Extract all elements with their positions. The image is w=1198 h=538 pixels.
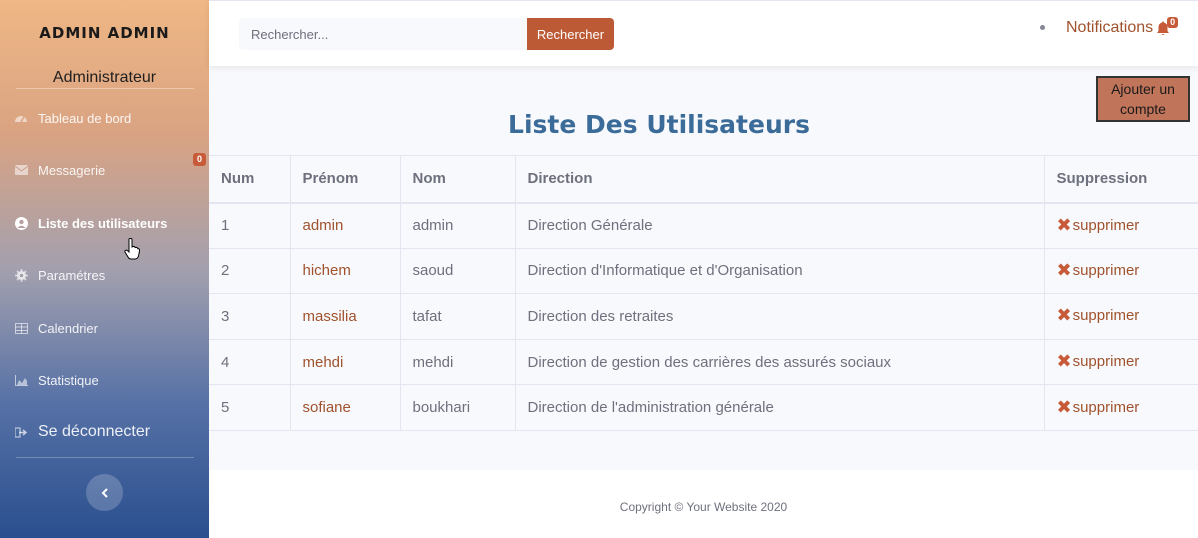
sidebar-item-logout[interactable]: Se déconnecter	[14, 421, 150, 443]
sign-out-icon	[14, 425, 28, 439]
table-row: 5 sofiane boukhari Direction de l'admini…	[209, 384, 1198, 431]
topbar-separator-dot	[1040, 25, 1045, 30]
cell-num: 1	[209, 202, 290, 249]
cell-suppression: ✖ supprimer	[1043, 248, 1198, 295]
cell-suppression: ✖ supprimer	[1043, 384, 1198, 431]
page-title: Liste Des Utilisateurs	[508, 110, 810, 139]
sidebar-item-statistics[interactable]: Statistique	[14, 369, 99, 391]
delete-label: supprimer	[1072, 216, 1140, 234]
column-header-num[interactable]: Num	[209, 155, 290, 204]
dashboard-icon	[14, 111, 28, 125]
delete-label: supprimer	[1072, 353, 1140, 371]
delete-label: supprimer	[1072, 398, 1140, 416]
sidebar-item-label: Statistique	[38, 372, 99, 388]
delete-link[interactable]: ✖ supprimer	[1056, 351, 1140, 372]
column-header-nom[interactable]: Nom	[399, 155, 515, 204]
user-circle-icon	[14, 216, 28, 230]
delete-link[interactable]: ✖ supprimer	[1056, 305, 1140, 326]
cell-num: 4	[209, 339, 290, 386]
cell-nom: mehdi	[399, 339, 515, 386]
search-input[interactable]	[239, 18, 528, 50]
messages-badge: 0	[193, 153, 206, 166]
table-icon	[14, 321, 28, 335]
sidebar-divider	[16, 457, 194, 458]
close-icon: ✖	[1056, 214, 1072, 235]
cell-prenom[interactable]: massilia	[289, 293, 400, 340]
cell-nom: tafat	[399, 293, 515, 340]
sidebar-item-label: Se déconnecter	[38, 423, 151, 440]
add-account-button[interactable]: Ajouter un compte	[1096, 76, 1190, 122]
table-header-row: Num Prénom Nom Direction Suppression	[209, 155, 1198, 204]
user-role: Administrateur	[52, 69, 157, 86]
notifications-label: Notifications	[1066, 19, 1154, 36]
close-icon: ✖	[1056, 351, 1072, 372]
delete-link[interactable]: ✖ supprimer	[1056, 214, 1140, 235]
cell-nom: saoud	[399, 248, 515, 295]
table-row: 3 massilia tafat Direction des retraites…	[209, 293, 1198, 340]
search-button[interactable]: Rechercher	[527, 18, 614, 50]
cell-prenom[interactable]: mehdi	[289, 339, 400, 386]
hand-pointer-cursor-icon	[124, 238, 140, 260]
sidebar-item-dashboard[interactable]: Tableau de bord	[14, 107, 131, 129]
cell-prenom[interactable]: admin	[289, 202, 400, 249]
notifications-badge: 0	[1167, 16, 1179, 28]
cell-direction: Direction d'Informatique et d'Organisati…	[514, 248, 1044, 295]
cell-direction: Direction de l'administration générale	[514, 384, 1044, 431]
chevron-left-icon	[101, 487, 108, 498]
cell-suppression: ✖ supprimer	[1043, 339, 1198, 386]
topbar: Rechercher Notifications 0	[209, 0, 1198, 66]
table-row: 2 hichem saoud Direction d'Informatique …	[209, 248, 1198, 295]
close-icon: ✖	[1056, 396, 1072, 417]
delete-link[interactable]: ✖ supprimer	[1056, 396, 1140, 417]
footer: Copyright © Your Website 2020	[209, 470, 1198, 538]
chart-area-icon	[14, 373, 28, 387]
envelope-icon	[14, 163, 28, 177]
sidebar-brand[interactable]: ADMIN ADMIN	[0, 24, 209, 42]
sidebar-item-label: Calendrier	[38, 320, 98, 336]
gear-icon	[14, 268, 28, 282]
sidebar-item-label: Liste des utilisateurs	[38, 215, 168, 231]
sidebar-item-messagerie[interactable]: Messagerie	[14, 159, 105, 181]
column-header-suppression[interactable]: Suppression	[1043, 155, 1198, 204]
sidebar-item-label: Paramétres	[38, 267, 106, 283]
cell-suppression: ✖ supprimer	[1043, 293, 1198, 340]
column-header-prenom[interactable]: Prénom	[289, 155, 400, 204]
cell-direction: Direction Générale	[514, 202, 1044, 249]
cell-num: 2	[209, 248, 290, 295]
notifications-link[interactable]: Notifications 0	[1066, 16, 1179, 37]
delete-link[interactable]: ✖ supprimer	[1056, 259, 1140, 280]
sidebar-item-calendar[interactable]: Calendrier	[14, 317, 98, 339]
users-table: Num Prénom Nom Direction Suppression 1 a…	[209, 155, 1198, 431]
cell-nom: boukhari	[399, 384, 515, 431]
sidebar-item-label: Tableau de bord	[38, 110, 132, 126]
copyright-text: Copyright © Your Website 2020	[619, 500, 788, 514]
table-row: 1 admin admin Direction Générale ✖ suppri…	[209, 202, 1198, 249]
cell-prenom[interactable]: hichem	[289, 248, 400, 295]
column-header-direction[interactable]: Direction	[514, 155, 1044, 204]
cell-nom: admin	[399, 202, 515, 249]
cell-direction: Direction de gestion des carrières des a…	[514, 339, 1044, 386]
close-icon: ✖	[1056, 259, 1072, 280]
cell-direction: Direction des retraites	[514, 293, 1044, 340]
delete-label: supprimer	[1072, 261, 1140, 279]
sidebar-item-users[interactable]: Liste des utilisateurs	[14, 212, 167, 234]
sidebar-item-settings[interactable]: Paramétres	[14, 264, 105, 286]
bell-icon: 0	[1156, 16, 1179, 36]
sidebar-item-label: Messagerie	[38, 162, 106, 178]
cell-prenom[interactable]: sofiane	[289, 384, 400, 431]
table-row: 4 mehdi mehdi Direction de gestion des c…	[209, 339, 1198, 386]
cell-num: 3	[209, 293, 290, 340]
sidebar: ADMIN ADMIN Administrateur Tableau de bo…	[0, 0, 209, 538]
sidebar-divider	[16, 88, 194, 89]
delete-label: supprimer	[1072, 307, 1140, 325]
close-icon: ✖	[1056, 305, 1072, 326]
sidebar-toggle-button[interactable]	[86, 474, 123, 511]
cell-suppression: ✖ supprimer	[1043, 202, 1198, 249]
cell-num: 5	[209, 384, 290, 431]
